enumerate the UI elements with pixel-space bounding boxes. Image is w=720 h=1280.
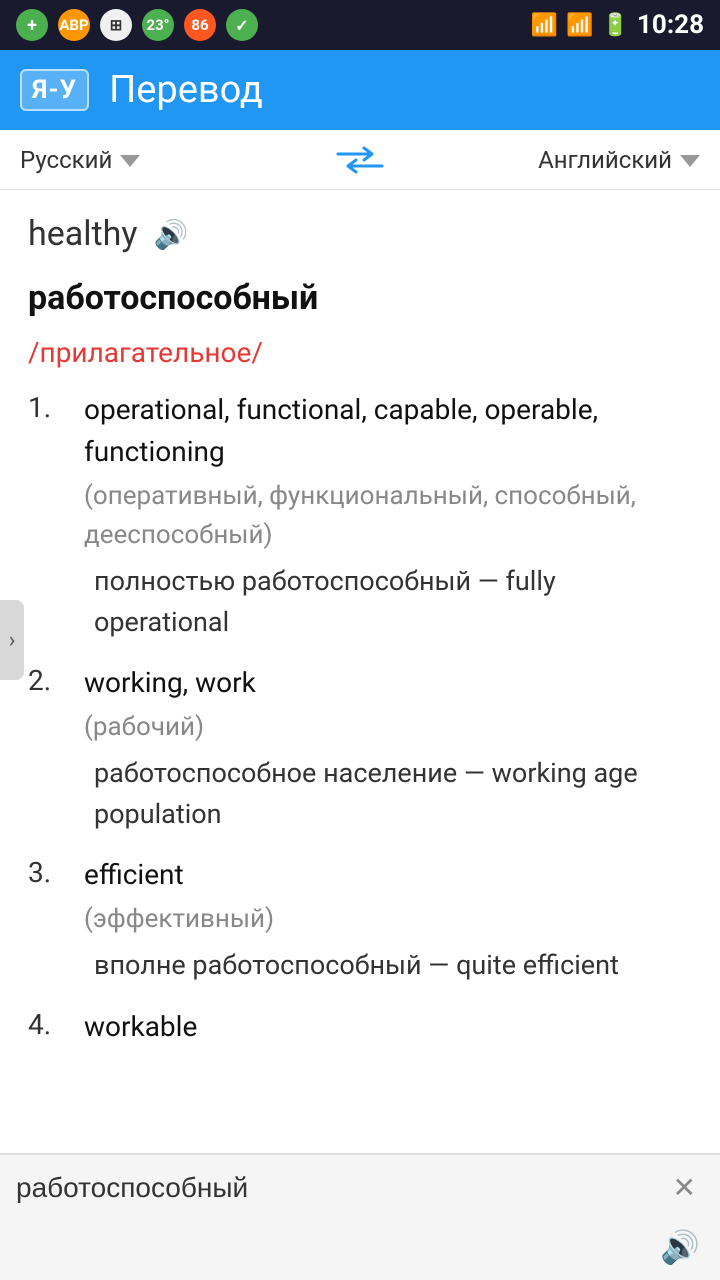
status-icon-2: 86 <box>184 9 216 41</box>
bottom-sound-button[interactable]: 🔊 <box>660 1228 700 1266</box>
status-icons-left: + ABP ⊞ 23° 86 ✓ <box>16 9 258 41</box>
def-synonyms-4: workable <box>84 1006 692 1048</box>
def-example-1: полностью работоспособный — fully operat… <box>94 561 692 642</box>
def-example-3: вполне работоспособный — quite efficient <box>94 945 692 986</box>
clock: 10:28 <box>637 10 704 40</box>
app-logo: Я-У <box>20 69 89 111</box>
adblock-icon: ABP <box>58 9 90 41</box>
word-header: healthy 🔊 <box>28 214 692 254</box>
signal-icon: 📶 <box>566 13 593 38</box>
main-content: healthy 🔊 работоспособный /прилагательно… <box>0 190 720 1092</box>
app-title: Перевод <box>109 68 263 112</box>
def-number-1: 1. <box>28 389 68 642</box>
side-handle[interactable]: › <box>0 600 24 680</box>
wifi-icon: 📶 <box>531 13 558 38</box>
def-example-2: работоспособное население — working age … <box>94 753 692 834</box>
def-number-3: 3. <box>28 854 68 986</box>
battery-icon: 🔋 <box>602 13 629 38</box>
part-of-speech: /прилагательное/ <box>28 336 692 369</box>
definition-item-3: 3. efficient (эффективный) вполне работо… <box>28 854 692 986</box>
def-synonyms-1: operational, functional, capable, operab… <box>84 389 692 473</box>
language-bar: Русский Английский <box>0 130 720 190</box>
translation-word: работоспособный <box>28 278 692 318</box>
search-word: healthy <box>28 214 137 254</box>
app-header: Я-У Перевод <box>0 50 720 130</box>
def-number-4: 4. <box>28 1006 68 1052</box>
search-row: ✕ <box>0 1155 720 1220</box>
def-content-3: efficient (эффективный) вполне работоспо… <box>84 854 692 986</box>
notification-icon: + <box>16 9 48 41</box>
search-input[interactable] <box>16 1172 653 1204</box>
bottom-actions: 🔊 <box>0 1220 720 1280</box>
definition-item-1: 1. operational, functional, capable, ope… <box>28 389 692 642</box>
word-sound-button[interactable]: 🔊 <box>153 218 188 251</box>
def-synonyms-3: efficient <box>84 854 692 896</box>
status-icons-right: 📶 📶 🔋 10:28 <box>531 10 704 40</box>
status-bar: + ABP ⊞ 23° 86 ✓ 📶 📶 🔋 10:28 <box>0 0 720 50</box>
def-content-1: operational, functional, capable, operab… <box>84 389 692 642</box>
def-synonyms-2: working, work <box>84 662 692 704</box>
def-parens-2: (рабочий) <box>84 708 692 747</box>
lang-swap-button[interactable] <box>336 146 384 174</box>
check-icon: ✓ <box>226 9 258 41</box>
definition-item-4: 4. workable <box>28 1006 692 1052</box>
rss-icon: ⊞ <box>100 9 132 41</box>
def-content-4: workable <box>84 1006 692 1052</box>
definitions-list: 1. operational, functional, capable, ope… <box>28 389 692 1052</box>
def-number-2: 2. <box>28 662 68 834</box>
def-parens-3: (эффективный) <box>84 900 692 939</box>
lang-from[interactable]: Русский <box>20 146 316 174</box>
def-parens-1: (оперативный, функциональный, способный,… <box>84 477 692 555</box>
clear-button[interactable]: ✕ <box>665 1167 704 1208</box>
weather-icon: 23° <box>142 9 174 41</box>
bottom-bar: ✕ 🔊 <box>0 1153 720 1280</box>
definition-item-2: 2. working, work (рабочий) работоспособн… <box>28 662 692 834</box>
def-content-2: working, work (рабочий) работоспособное … <box>84 662 692 834</box>
lang-to[interactable]: Английский <box>404 146 700 174</box>
